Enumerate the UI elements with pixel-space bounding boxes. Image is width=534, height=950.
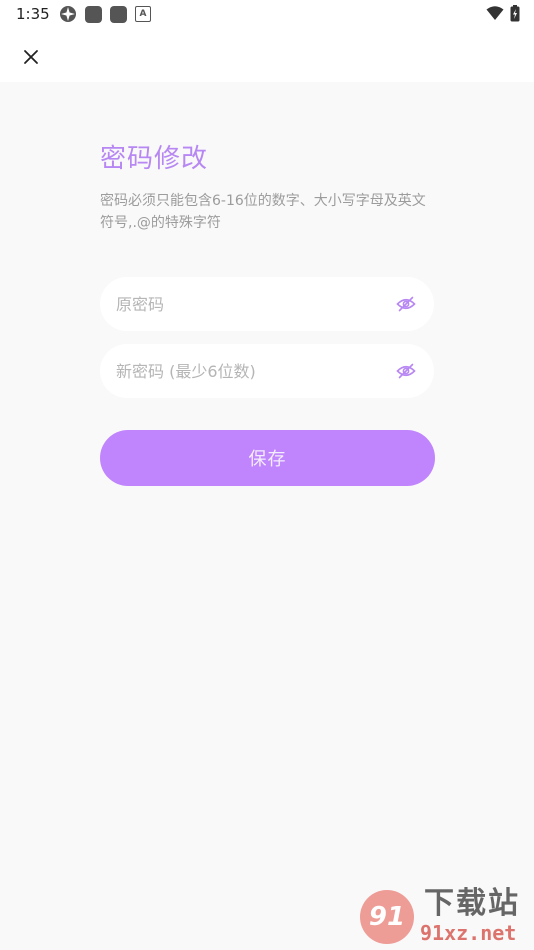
status-system-icons [486,5,520,22]
status-bar: 1:35 A [0,0,534,28]
app-square-icon [110,5,127,23]
battery-icon [510,5,520,22]
app-square-icon [85,5,102,23]
password-rules-text: 密码必须只能包含6-16位的数字、大小写字母及英文符号,.@的特殊字符 [100,193,426,231]
watermark-logo: 91 [360,890,414,944]
close-button[interactable] [17,43,45,71]
new-password-input[interactable] [116,344,376,398]
watermark-domain: 91xz.net [420,921,517,945]
letter-a-icon: A [135,6,151,22]
save-button[interactable]: 保存 [100,430,435,486]
status-notification-icons: A [59,5,151,23]
close-icon [24,50,38,64]
old-password-field [100,277,434,331]
status-time: 1:35 [16,5,50,23]
old-password-input[interactable] [116,277,376,331]
wifi-icon [486,6,504,20]
top-bar [0,28,534,82]
watermark: 91 下载站 91xz.net [358,886,528,948]
watermark-text: 下载站 [424,886,520,921]
eye-off-icon[interactable] [396,295,416,313]
page-title: 密码修改 [100,144,209,174]
app-notification-icon [60,6,76,22]
new-password-field [100,344,434,398]
eye-off-icon[interactable] [396,362,416,380]
